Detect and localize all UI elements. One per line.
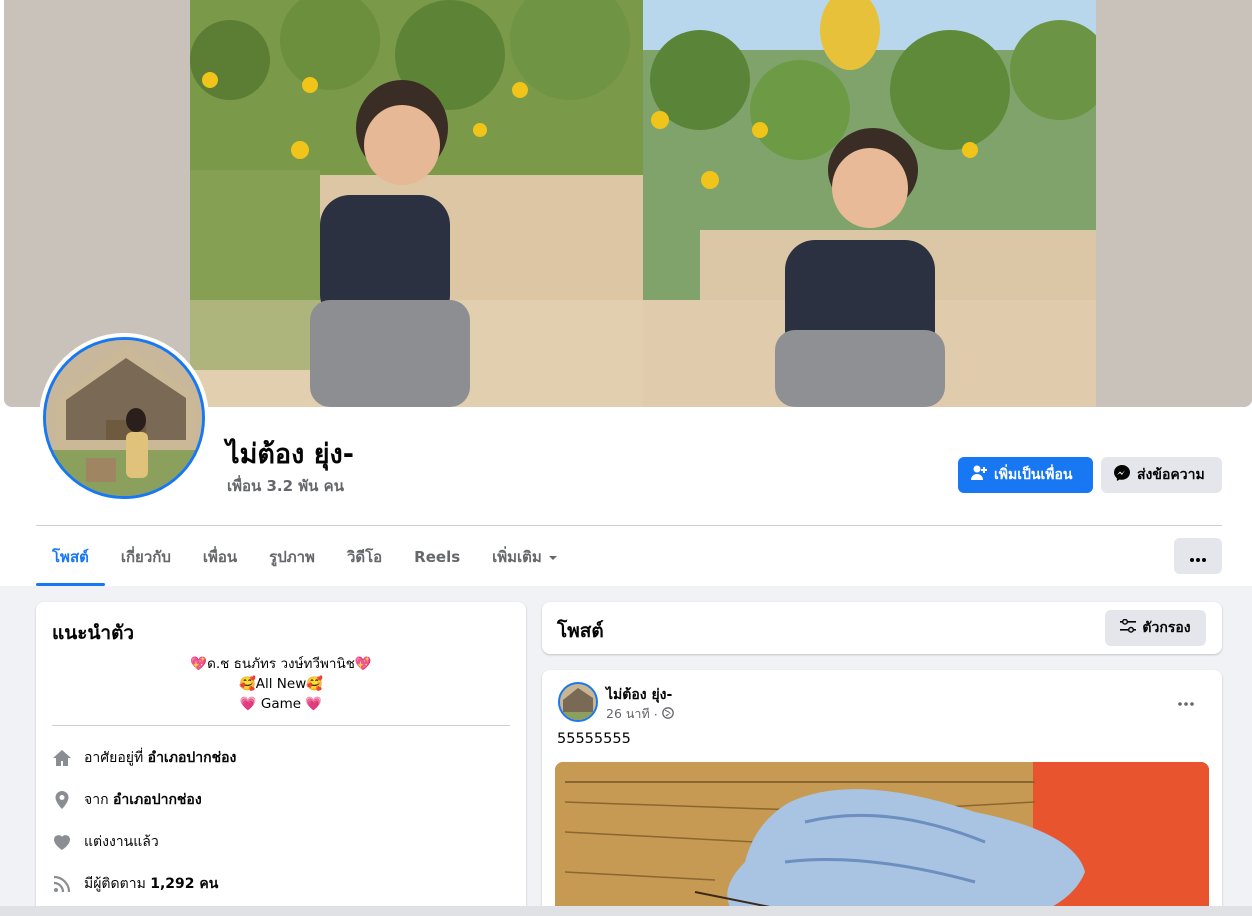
- lives-place-link[interactable]: อำเภอปากช่อง: [148, 750, 237, 766]
- tab-friends-label: เพื่อน: [202, 548, 238, 566]
- intro-card: แนะนำตัว 💖ด.ช ธนภัทร วงษ์ทวีพานิช💖 🥰All …: [36, 602, 526, 916]
- profile-tabs: โพสต์ เกี่ยวกับ เพื่อน รูปภาพ วิดีโอ Ree…: [36, 530, 574, 586]
- post-card: ไม่ต้อง ยุ่ง- 26 นาที · 55555555: [542, 670, 1222, 916]
- tab-friends[interactable]: เพื่อน: [187, 530, 253, 584]
- tab-posts-label: โพสต์: [52, 548, 89, 566]
- followers-count-link[interactable]: 1,292 คน: [150, 876, 218, 892]
- profile-avatar[interactable]: [39, 333, 209, 503]
- message-button[interactable]: ส่งข้อความ: [1101, 457, 1222, 493]
- tab-videos-label: วิดีโอ: [346, 548, 383, 566]
- tab-more-label: เพิ่มเติม: [492, 548, 542, 566]
- location-pin-icon: [52, 790, 72, 810]
- filter-label: ตัวกรอง: [1142, 620, 1191, 636]
- messenger-icon: [1113, 464, 1131, 486]
- post-image[interactable]: [555, 762, 1209, 916]
- header-divider: [36, 525, 1222, 526]
- meta-separator: ·: [653, 706, 658, 722]
- cover-illustration: [190, 0, 1096, 407]
- posts-header-card: โพสต์ ตัวกรอง: [542, 602, 1222, 654]
- bio-line: 🥰All New🥰: [238, 676, 324, 692]
- filter-button[interactable]: ตัวกรอง: [1105, 610, 1206, 646]
- cover-image: [190, 0, 1096, 407]
- post-author-avatar[interactable]: [558, 682, 598, 722]
- tab-videos[interactable]: วิดีโอ: [331, 530, 398, 584]
- post-text: 55555555: [557, 731, 631, 747]
- relationship-status: แต่งงานแล้ว: [84, 834, 159, 850]
- tab-posts[interactable]: โพสต์: [36, 530, 105, 586]
- tab-photos[interactable]: รูปภาพ: [253, 530, 331, 584]
- ellipsis-icon: [1178, 691, 1194, 710]
- add-friend-button[interactable]: เพิ่มเป็นเพื่อน: [958, 457, 1093, 493]
- heart-icon: [52, 832, 72, 852]
- tab-about[interactable]: เกี่ยวกับ: [105, 530, 187, 584]
- info-from: จาก อำเภอปากช่อง: [52, 788, 202, 812]
- add-friend-icon: [970, 464, 988, 486]
- posts-title: โพสต์: [557, 620, 604, 642]
- filter-sliders-icon: [1120, 618, 1137, 637]
- avatar-illustration: [46, 340, 202, 496]
- info-followers: มีผู้ติดตาม 1,292 คน: [52, 872, 218, 896]
- home-icon: [52, 748, 72, 768]
- tab-photos-label: รูปภาพ: [269, 548, 315, 566]
- bio-line: 💗 Game 💗: [239, 696, 323, 712]
- intro-divider: [52, 725, 510, 726]
- from-prefix: จาก: [84, 792, 109, 808]
- intro-bio: 💖ด.ช ธนภัทร วงษ์ทวีพานิช💖 🥰All New🥰 💗 Ga…: [36, 654, 526, 714]
- tab-about-label: เกี่ยวกับ: [120, 548, 171, 566]
- tab-reels-label: Reels: [414, 548, 461, 566]
- tab-reels[interactable]: Reels: [398, 530, 476, 584]
- bio-line: 💖ด.ช ธนภัทร วงษ์ทวีพานิช💖: [190, 656, 372, 672]
- ellipsis-icon: [1190, 547, 1206, 566]
- caret-down-icon: [548, 548, 558, 566]
- post-meta: 26 นาที ·: [606, 704, 674, 724]
- taskbar-strip: [0, 906, 1252, 916]
- friends-count[interactable]: เพื่อน 3.2 พัน คน: [227, 474, 344, 498]
- globe-icon: [661, 706, 674, 722]
- profile-more-options-button[interactable]: [1174, 538, 1222, 574]
- tab-more[interactable]: เพิ่มเติม: [476, 530, 574, 584]
- post-options-button[interactable]: [1168, 686, 1204, 714]
- profile-name: ไม่ต้อง ยุ่ง-: [226, 439, 354, 470]
- info-relationship: แต่งงานแล้ว: [52, 830, 159, 854]
- lives-prefix: อาศัยอยู่ที่: [84, 750, 144, 766]
- cover-side-right: [1096, 0, 1252, 407]
- intro-title: แนะนำตัว: [52, 622, 135, 644]
- cover-photo[interactable]: [4, 0, 1252, 407]
- add-friend-label: เพิ่มเป็นเพื่อน: [994, 467, 1073, 483]
- post-author-name[interactable]: ไม่ต้อง ยุ่ง-: [606, 684, 672, 706]
- from-place-link[interactable]: อำเภอปากช่อง: [113, 792, 202, 808]
- post-time[interactable]: 26 นาที: [606, 704, 650, 724]
- rss-icon: [52, 874, 72, 894]
- post-illustration: [555, 762, 1209, 916]
- info-lives-in: อาศัยอยู่ที่ อำเภอปากช่อง: [52, 746, 236, 770]
- profile-avatar-image: [43, 337, 205, 499]
- message-label: ส่งข้อความ: [1137, 467, 1205, 483]
- followers-prefix: มีผู้ติดตาม: [84, 876, 146, 892]
